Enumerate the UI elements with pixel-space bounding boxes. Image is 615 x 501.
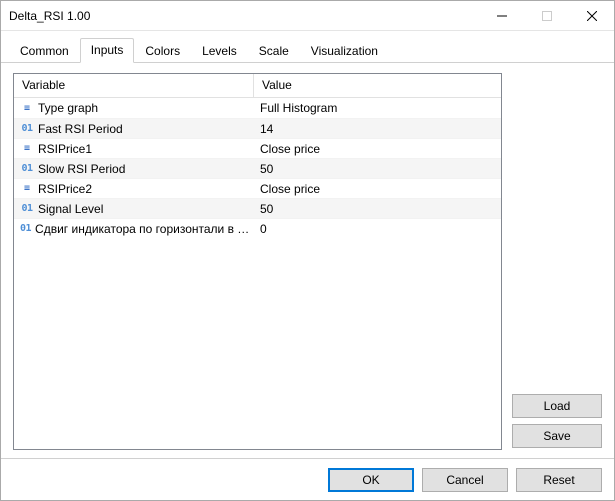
inputs-grid: Variable Value ≡ Type graph Full Histogram… (13, 73, 502, 450)
button-label: OK (362, 473, 379, 487)
side-buttons: Load Save (512, 73, 602, 450)
tab-colors[interactable]: Colors (134, 39, 191, 63)
tabstrip: Common Inputs Colors Levels Scale Visual… (1, 31, 614, 63)
integer-type-icon: 01 (20, 223, 31, 234)
maximize-button (524, 1, 569, 30)
save-button[interactable]: Save (512, 424, 602, 448)
footer: OK Cancel Reset (1, 458, 614, 500)
grid-body: ≡ Type graph Full Histogram 01 Fast RSI Peri… (14, 98, 501, 449)
tab-label: Scale (259, 44, 289, 58)
tab-label: Visualization (311, 44, 378, 58)
variable-cell: ≡ Type graph (14, 101, 254, 115)
value-cell[interactable]: Close price (254, 142, 501, 156)
value-cell[interactable]: Full Histogram (254, 101, 501, 115)
button-label: Save (543, 429, 570, 443)
table-row[interactable]: ≡ RSIPrice2 Close price (14, 178, 501, 198)
tab-label: Common (20, 44, 69, 58)
table-row[interactable]: 01 Fast RSI Period 14 (14, 118, 501, 138)
load-button[interactable]: Load (512, 394, 602, 418)
variable-cell: 01 Fast RSI Period (14, 122, 254, 136)
cancel-button[interactable]: Cancel (422, 468, 508, 492)
variable-cell: 01 Signal Level (14, 202, 254, 216)
ok-button[interactable]: OK (328, 468, 414, 492)
integer-type-icon: 01 (20, 203, 34, 214)
variable-cell: 01 Сдвиг индикатора по горизонтали в … (14, 222, 254, 236)
close-button[interactable] (569, 1, 614, 30)
table-row[interactable]: 01 Сдвиг индикатора по горизонтали в … 0 (14, 218, 501, 238)
variable-cell: ≡ RSIPrice2 (14, 182, 254, 196)
window-title: Delta_RSI 1.00 (9, 9, 479, 23)
enum-type-icon: ≡ (20, 103, 34, 114)
variable-name: Signal Level (38, 202, 103, 216)
column-header-value[interactable]: Value (254, 74, 501, 97)
value-cell[interactable]: 0 (254, 222, 501, 236)
tab-inputs[interactable]: Inputs (80, 38, 135, 63)
tab-label: Inputs (91, 43, 124, 57)
integer-type-icon: 01 (20, 123, 34, 134)
variable-name: Type graph (38, 101, 98, 115)
titlebar: Delta_RSI 1.00 (1, 1, 614, 31)
button-label: Load (544, 399, 571, 413)
enum-type-icon: ≡ (20, 183, 34, 194)
tab-scale[interactable]: Scale (248, 39, 300, 63)
button-label: Cancel (446, 473, 483, 487)
value-cell[interactable]: 50 (254, 162, 501, 176)
table-row[interactable]: ≡ Type graph Full Histogram (14, 98, 501, 118)
variable-cell: ≡ RSIPrice1 (14, 142, 254, 156)
client-area: Variable Value ≡ Type graph Full Histogram… (1, 63, 614, 458)
table-row[interactable]: 01 Slow RSI Period 50 (14, 158, 501, 178)
minimize-button[interactable] (479, 1, 524, 30)
value-cell[interactable]: Close price (254, 182, 501, 196)
variable-name: Fast RSI Period (38, 122, 123, 136)
tab-label: Levels (202, 44, 237, 58)
variable-cell: 01 Slow RSI Period (14, 162, 254, 176)
tab-label: Colors (145, 44, 180, 58)
tab-levels[interactable]: Levels (191, 39, 248, 63)
button-label: Reset (543, 473, 574, 487)
column-header-variable[interactable]: Variable (14, 74, 254, 97)
table-row[interactable]: ≡ RSIPrice1 Close price (14, 138, 501, 158)
enum-type-icon: ≡ (20, 143, 34, 154)
table-row[interactable]: 01 Signal Level 50 (14, 198, 501, 218)
variable-name: Slow RSI Period (38, 162, 125, 176)
grid-header: Variable Value (14, 74, 501, 98)
value-cell[interactable]: 50 (254, 202, 501, 216)
variable-name: RSIPrice2 (38, 182, 92, 196)
integer-type-icon: 01 (20, 163, 34, 174)
variable-name: RSIPrice1 (38, 142, 92, 156)
window-controls (479, 1, 614, 30)
reset-button[interactable]: Reset (516, 468, 602, 492)
value-cell[interactable]: 14 (254, 122, 501, 136)
variable-name: Сдвиг индикатора по горизонтали в … (35, 222, 249, 236)
tab-common[interactable]: Common (9, 39, 80, 63)
dialog-window: Delta_RSI 1.00 Common Inputs Colors Leve… (0, 0, 615, 501)
tab-visualization[interactable]: Visualization (300, 39, 389, 63)
